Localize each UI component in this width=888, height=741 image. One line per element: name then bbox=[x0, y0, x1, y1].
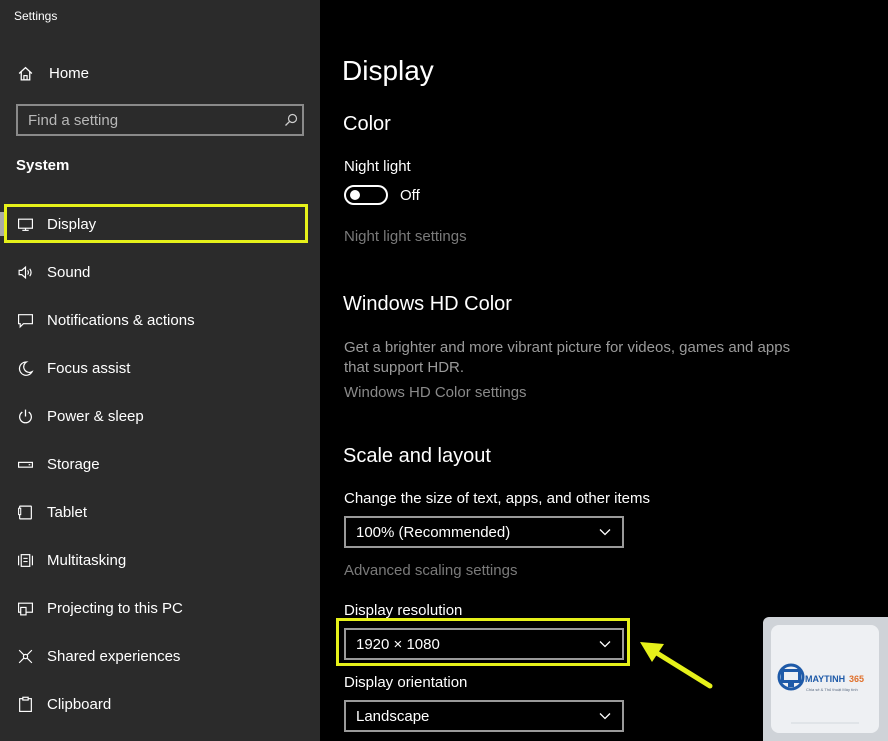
night-light-settings-link[interactable]: Night light settings bbox=[344, 228, 467, 245]
scale-value: 100% (Recommended) bbox=[356, 523, 511, 541]
power-icon bbox=[16, 407, 34, 425]
sidebar-item-label: Sound bbox=[47, 263, 91, 281]
chevron-down-icon bbox=[598, 525, 612, 539]
section-heading-system: System bbox=[16, 157, 70, 174]
sidebar-item-label: Storage bbox=[47, 455, 100, 473]
hdr-settings-link[interactable]: Windows HD Color settings bbox=[344, 384, 527, 401]
maytinh365-logo-icon: MAYTINH 365 Chia sẻ & Thủ thuật Máy tính bbox=[777, 663, 864, 724]
multitasking-icon bbox=[16, 551, 34, 569]
night-light-state: Off bbox=[400, 187, 420, 204]
scale-dropdown[interactable]: 100% (Recommended) bbox=[344, 516, 624, 548]
orientation-value: Landscape bbox=[356, 707, 430, 725]
sidebar-item-label: Notifications & actions bbox=[47, 311, 195, 329]
hdr-heading: Windows HD Color bbox=[343, 293, 512, 315]
search-input[interactable] bbox=[18, 110, 280, 130]
sidebar-item-storage[interactable]: Storage bbox=[16, 450, 100, 478]
home-button[interactable]: Home bbox=[16, 59, 89, 87]
night-light-toggle[interactable] bbox=[344, 185, 388, 205]
sidebar-item-label: Clipboard bbox=[47, 695, 112, 713]
orientation-dropdown[interactable]: Landscape bbox=[344, 700, 624, 732]
advanced-scaling-link[interactable]: Advanced scaling settings bbox=[344, 562, 517, 579]
sidebar-item-shared-experiences[interactable]: Shared experiences bbox=[16, 642, 180, 670]
window-title: Settings bbox=[14, 9, 58, 23]
resolution-value: 1920 × 1080 bbox=[356, 635, 440, 653]
watermark-card: MAYTINH 365 Chia sẻ & Thủ thuật Máy tính bbox=[771, 625, 879, 733]
sidebar-item-label: Focus assist bbox=[47, 359, 131, 377]
svg-text:MAYTINH: MAYTINH bbox=[805, 674, 845, 684]
annotation-arrow-icon bbox=[640, 642, 713, 689]
search-icon[interactable] bbox=[280, 113, 302, 127]
sidebar: Settings Home System Display Sound Notif… bbox=[0, 0, 320, 741]
page-title: Display bbox=[342, 55, 434, 86]
sidebar-item-notifications[interactable]: Notifications & actions bbox=[16, 306, 195, 334]
sidebar-item-display[interactable]: Display bbox=[16, 210, 96, 238]
sidebar-item-label: Display bbox=[47, 215, 97, 233]
sidebar-item-power-sleep[interactable]: Power & sleep bbox=[16, 402, 144, 430]
toggle-knob bbox=[350, 190, 360, 200]
sidebar-item-clipboard[interactable]: Clipboard bbox=[16, 690, 111, 718]
resolution-dropdown[interactable]: 1920 × 1080 bbox=[344, 628, 624, 660]
search-box[interactable] bbox=[16, 104, 304, 136]
tablet-icon bbox=[16, 503, 34, 521]
sidebar-item-projecting[interactable]: Projecting to this PC bbox=[16, 594, 183, 622]
watermark-logo: MAYTINH 365 Chia sẻ & Thủ thuật Máy tính bbox=[763, 617, 888, 741]
scale-heading: Scale and layout bbox=[343, 445, 491, 467]
storage-icon bbox=[16, 455, 34, 473]
orientation-label: Display orientation bbox=[344, 674, 468, 691]
sidebar-item-sound[interactable]: Sound bbox=[16, 258, 90, 286]
color-heading: Color bbox=[343, 113, 391, 135]
sidebar-item-tablet[interactable]: Tablet bbox=[16, 498, 87, 526]
chevron-down-icon bbox=[598, 637, 612, 651]
sidebar-item-focus-assist[interactable]: Focus assist bbox=[16, 354, 130, 382]
sidebar-item-label: Power & sleep bbox=[47, 407, 144, 425]
home-label: Home bbox=[49, 64, 90, 82]
moon-icon bbox=[16, 359, 34, 377]
monitor-icon bbox=[16, 215, 34, 233]
sidebar-item-label: Shared experiences bbox=[47, 647, 181, 665]
chevron-down-icon bbox=[598, 709, 612, 723]
night-light-label: Night light bbox=[344, 158, 411, 175]
hdr-description: Get a brighter and more vibrant picture … bbox=[344, 339, 791, 376]
sidebar-item-label: Multitasking bbox=[47, 551, 127, 569]
sidebar-item-multitasking[interactable]: Multitasking bbox=[16, 546, 126, 574]
svg-text:Chia sẻ & Thủ thuật Máy tính: Chia sẻ & Thủ thuật Máy tính bbox=[806, 687, 858, 692]
home-icon bbox=[16, 64, 34, 82]
speaker-icon bbox=[16, 263, 34, 281]
svg-text:365: 365 bbox=[849, 674, 864, 684]
shared-icon bbox=[16, 647, 34, 665]
resolution-label: Display resolution bbox=[344, 602, 463, 619]
scale-label: Change the size of text, apps, and other… bbox=[344, 490, 651, 507]
notification-icon bbox=[16, 311, 34, 329]
clipboard-icon bbox=[16, 695, 34, 713]
projecting-icon bbox=[16, 599, 34, 617]
sidebar-item-label: Projecting to this PC bbox=[47, 599, 183, 617]
sidebar-item-label: Tablet bbox=[47, 503, 88, 521]
